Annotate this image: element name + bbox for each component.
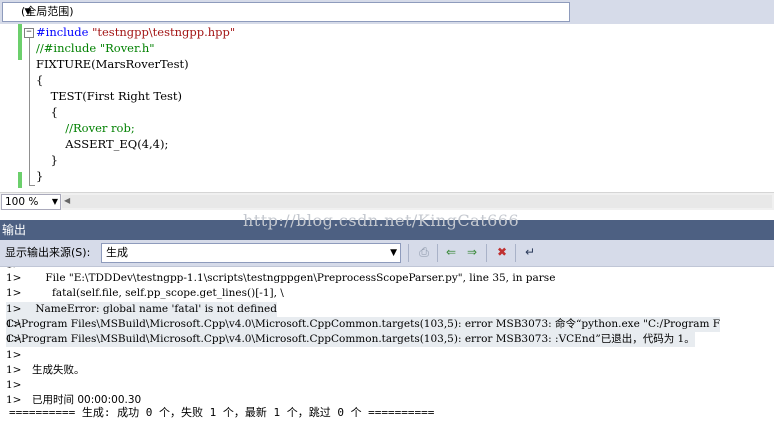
code-token: "testngpp\testngpp.hpp": [92, 25, 236, 39]
output-line: 1>: [6, 348, 32, 363]
outline-line: [29, 38, 30, 186]
code-token: FIXTURE(MarsRoverTest): [36, 57, 189, 71]
code-line[interactable]: //Rover rob;: [36, 120, 135, 136]
editor-horizontal-scrollbar[interactable]: 100 % ▼ ◀: [0, 192, 774, 210]
output-line: 1>C:\Program Files\MSBuild\Microsoft.Cpp…: [6, 332, 695, 347]
code-token: }: [36, 153, 58, 167]
output-toolbar: 显示输出来源(S): 生成 ▼ ⎙ ⇐ ⇒ ✖ ↵: [0, 240, 774, 267]
code-token: //Rover rob;: [36, 121, 135, 135]
code-line[interactable]: //#include "Rover.h": [36, 40, 155, 56]
output-source-label: 显示输出来源(S):: [5, 246, 91, 259]
code-token: }: [36, 169, 44, 183]
clear-all-icon[interactable]: ✖: [494, 244, 510, 260]
code-line[interactable]: }: [36, 152, 58, 168]
code-token: TEST(First Right Test): [36, 89, 183, 103]
output-source-value: 生成: [106, 246, 128, 259]
output-line-text: fatal(self.file, self.pp_scope.get_lines…: [32, 287, 284, 299]
code-token: #include: [36, 25, 93, 39]
output-line: 1>C:\Program Files\MSBuild\Microsoft.Cpp…: [6, 317, 721, 332]
code-token: {: [36, 105, 58, 119]
output-line: 1> fatal(self.file, self.pp_scope.get_li…: [6, 286, 284, 301]
go-to-next-message-icon[interactable]: ⇒: [464, 244, 480, 260]
toolbar-separator: [486, 244, 487, 262]
code-line[interactable]: }: [36, 168, 43, 184]
output-line-prefix: 1>: [6, 364, 22, 376]
code-line[interactable]: ASSERT_EQ(4,4);: [36, 136, 168, 152]
build-summary: ========== 生成: 成功 0 个，失败 1 个，最新 1 个，跳过 0…: [9, 406, 435, 419]
zoom-dropdown[interactable]: 100 % ▼: [1, 194, 61, 210]
output-line-text: File "E:\TDDDev\testngpp-1.1\scripts\tes…: [32, 272, 556, 284]
code-editor[interactable]: − #include "testngpp\testngpp.hpp"//#inc…: [0, 24, 774, 192]
output-source-dropdown[interactable]: 生成 ▼: [101, 243, 401, 263]
code-token: ASSERT_EQ(4,4);: [36, 137, 169, 151]
change-indicator: [18, 24, 22, 60]
output-line: 1> NameError: global name 'fatal' is not…: [6, 302, 277, 317]
collapse-icon[interactable]: −: [24, 28, 34, 38]
output-line-prefix: 1>: [6, 349, 22, 361]
code-token: {: [36, 73, 44, 87]
output-line-text: 生成失败。: [32, 364, 85, 376]
output-text[interactable]: 1> 1> File "E:\TDDDev\testngpp-1.1\scrip…: [0, 267, 774, 422]
scope-bar: (全局范围) ▼: [0, 0, 774, 25]
output-line: 1>: [6, 378, 32, 393]
output-line: 1> 生成失败。: [6, 363, 85, 378]
watermark: http://blog.csdn.net/KingCat666: [243, 211, 520, 230]
change-indicator: [18, 172, 22, 188]
toolbar-separator: [437, 244, 438, 262]
code-token: //#include "Rover.h": [36, 41, 155, 55]
scrollbar-track[interactable]: [62, 195, 772, 208]
code-line[interactable]: TEST(First Right Test): [36, 88, 182, 104]
code-line[interactable]: #include "testngpp\testngpp.hpp": [36, 24, 235, 40]
chevron-down-icon[interactable]: ▼: [390, 244, 397, 262]
go-to-previous-message-icon[interactable]: ⇐: [443, 244, 459, 260]
find-message-icon[interactable]: ⎙: [416, 244, 432, 260]
code-line[interactable]: {: [36, 72, 43, 88]
scroll-left-icon[interactable]: ◀: [64, 196, 70, 205]
output-line-text: NameError: global name 'fatal' is not de…: [32, 303, 277, 315]
output-line-text: C:\Program Files\MSBuild\Microsoft.Cpp\v…: [6, 333, 695, 345]
output-line-text: C:\Program Files\MSBuild\Microsoft.Cpp\v…: [6, 318, 721, 330]
scope-dropdown[interactable]: (全局范围) ▼: [2, 2, 570, 22]
output-line-prefix: 1>: [6, 272, 22, 284]
output-line-prefix: 1>: [6, 287, 22, 299]
toolbar-separator: [408, 244, 409, 262]
zoom-value: 100 %: [5, 196, 39, 208]
chevron-down-icon[interactable]: ▼: [21, 3, 35, 21]
chevron-down-icon[interactable]: ▼: [52, 195, 58, 209]
output-line: 1> File "E:\TDDDev\testngpp-1.1\scripts\…: [6, 271, 555, 286]
output-line-prefix: 1>: [6, 379, 22, 391]
code-line[interactable]: FIXTURE(MarsRoverTest): [36, 56, 189, 72]
output-line-prefix: 1>: [6, 303, 22, 315]
outline-line-end: [29, 185, 35, 186]
code-line[interactable]: {: [36, 104, 58, 120]
toggle-word-wrap-icon[interactable]: ↵: [522, 244, 538, 260]
output-panel-title: 输出: [2, 223, 27, 237]
toolbar-separator: [515, 244, 516, 262]
